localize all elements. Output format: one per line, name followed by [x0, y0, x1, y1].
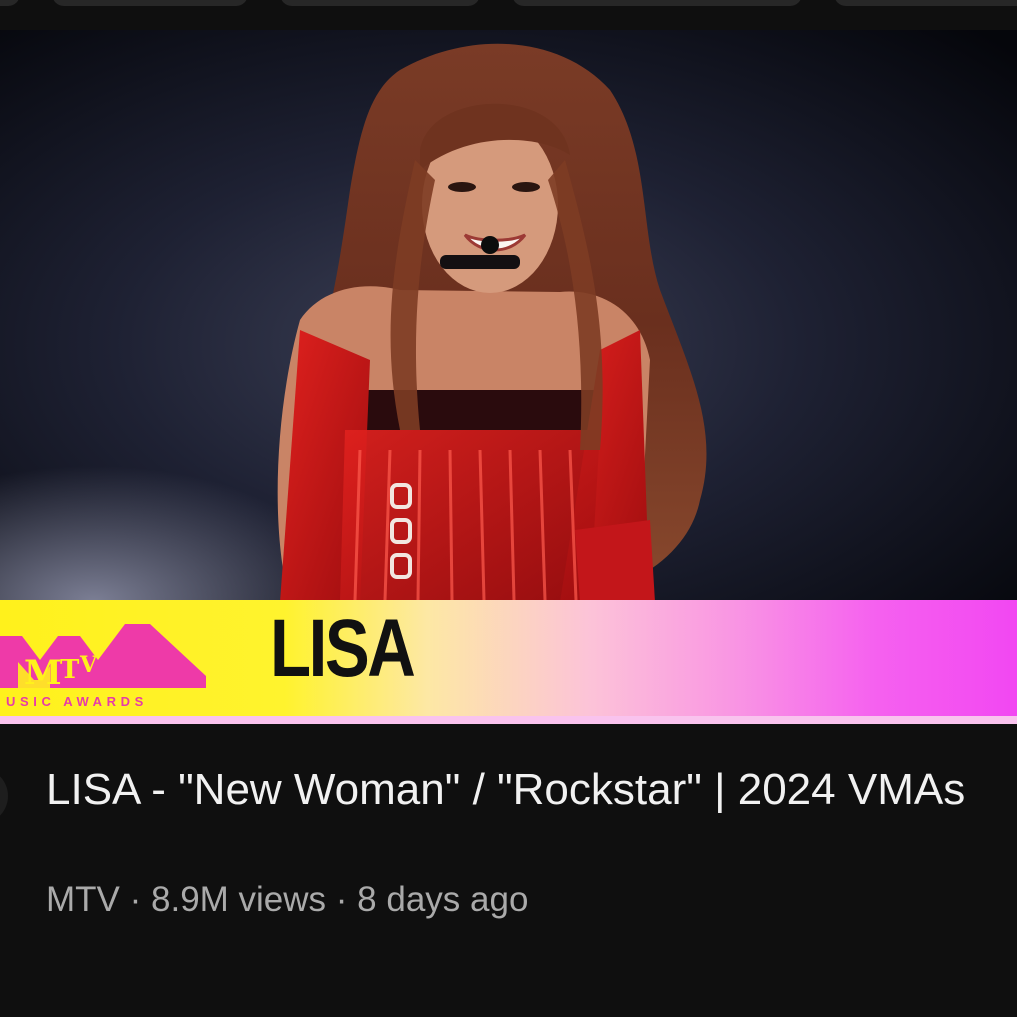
- filter-chip[interactable]: [280, 0, 480, 6]
- filter-chip[interactable]: [512, 0, 802, 6]
- thumbnail-photo: [0, 30, 1017, 602]
- filter-chip[interactable]: [834, 0, 1017, 6]
- video-thumbnail[interactable]: M T V USIC AWARDS LISA: [0, 30, 1017, 724]
- view-count: 8.9M views: [151, 880, 327, 919]
- upload-age: 8 days ago: [357, 880, 529, 919]
- vma-logo-subtitle: USIC AWARDS: [6, 694, 148, 709]
- video-result-screen: M T V USIC AWARDS LISA LISA - "New Woman…: [0, 0, 1017, 1017]
- filter-chip[interactable]: [0, 0, 20, 6]
- banner-artist-name: LISA: [270, 603, 416, 694]
- svg-text:T: T: [60, 655, 80, 685]
- svg-text:M: M: [24, 653, 62, 688]
- banner-underline: [0, 716, 1017, 724]
- video-details[interactable]: LISA - "New Woman" / "Rockstar" | 2024 V…: [0, 724, 1017, 1017]
- vma-title-banner: M T V USIC AWARDS LISA: [0, 600, 1017, 716]
- meta-separator: ·: [119, 880, 151, 919]
- video-title[interactable]: LISA - "New Woman" / "Rockstar" | 2024 V…: [46, 762, 976, 818]
- svg-text:V: V: [79, 652, 98, 678]
- channel-avatar-icon[interactable]: [0, 768, 8, 824]
- filter-chip-bar: [0, 0, 1017, 30]
- mtv-vma-logo: M T V: [0, 616, 210, 693]
- video-metadata: MTV · 8.9M views · 8 days ago: [46, 880, 528, 920]
- meta-separator: ·: [326, 880, 358, 919]
- channel-name[interactable]: MTV: [46, 880, 120, 919]
- filter-chip[interactable]: [52, 0, 248, 6]
